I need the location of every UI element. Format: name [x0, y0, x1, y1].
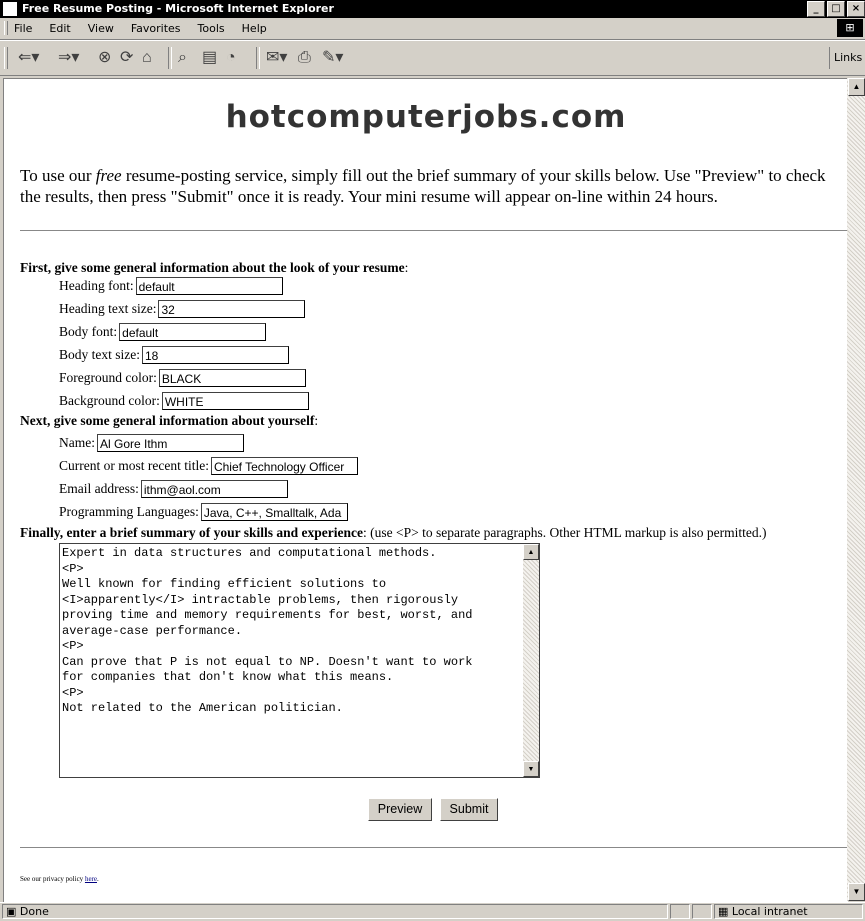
- site-heading: hotcomputerjobs.com: [225, 99, 627, 135]
- languages-input[interactable]: Java, C++, Smalltalk, Ada: [200, 503, 348, 521]
- toolbar: ⇐▾ ⇒▾ ⊗ ⟳ ⌂ ⌕ ▤ ◔ ✉▾ ⎙ ✎▾ Links: [0, 40, 865, 76]
- privacy-note: See our privacy policy here.: [20, 875, 99, 883]
- email-label: Email address:: [59, 481, 139, 496]
- intro-start: To use our: [20, 166, 96, 185]
- menu-file[interactable]: File: [14, 22, 32, 35]
- minimize-button[interactable]: _: [807, 1, 825, 17]
- menubar-grip[interactable]: [4, 21, 8, 35]
- heading-size-input[interactable]: 32: [158, 300, 306, 318]
- email-input[interactable]: ithm@aol.com: [140, 480, 288, 498]
- page-viewport: hotcomputerjobs.com To use our free resu…: [3, 78, 848, 902]
- form-row-background: Background color: WHITE: [59, 391, 309, 411]
- search-icon[interactable]: ⌕: [178, 49, 187, 67]
- name-input[interactable]: Al Gore Ithm: [97, 434, 244, 452]
- form-row-heading-font: Heading font: default: [59, 276, 283, 296]
- intro-free-emphasis: free: [95, 166, 122, 185]
- home-icon[interactable]: ⌂: [142, 49, 152, 67]
- submit-button[interactable]: Submit: [440, 798, 498, 821]
- privacy-link[interactable]: here: [85, 875, 97, 883]
- form-row-heading-size: Heading text size: 32: [59, 299, 306, 319]
- page-icon: ▣: [6, 905, 20, 918]
- status-bar: ▣ Done ▦ Local intranet: [0, 902, 865, 921]
- divider-top: [20, 230, 847, 231]
- menu-favorites[interactable]: Favorites: [131, 22, 181, 35]
- print-icon[interactable]: ⎙: [298, 49, 311, 67]
- name-label: Name:: [59, 435, 95, 450]
- body-size-input[interactable]: 18: [142, 346, 289, 364]
- heading-size-label: Heading text size:: [59, 301, 157, 316]
- intranet-icon: ▦: [718, 905, 732, 918]
- form-row-body-font: Body font: default: [59, 322, 267, 342]
- form-row-languages: Programming Languages: Java, C++, Smallt…: [59, 502, 348, 522]
- scroll-up-icon[interactable]: ▲: [848, 78, 865, 96]
- background-color-label: Background color:: [59, 393, 160, 408]
- form-row-name: Name: Al Gore Ithm: [59, 433, 244, 453]
- refresh-icon[interactable]: ⟳: [120, 49, 133, 67]
- form-row-email: Email address: ithm@aol.com: [59, 479, 288, 499]
- body-size-label: Body text size:: [59, 347, 140, 362]
- section-summary-heading: Finally, enter a brief summary of your s…: [20, 525, 767, 540]
- maximize-button[interactable]: □: [827, 1, 845, 17]
- menu-help[interactable]: Help: [242, 22, 267, 35]
- job-title-input[interactable]: Chief Technology Officer: [210, 457, 358, 475]
- stop-icon[interactable]: ⊗: [98, 49, 111, 67]
- toolbar-separator: [256, 47, 260, 69]
- close-button[interactable]: ×: [847, 1, 865, 17]
- zone-cell: ▦ Local intranet: [714, 904, 863, 919]
- foreground-color-input[interactable]: BLACK: [158, 369, 306, 387]
- edit-icon[interactable]: ✎▾: [322, 49, 343, 67]
- summary-textarea[interactable]: Expert in data structures and computatio…: [59, 543, 540, 778]
- toolbar-separator: [168, 47, 172, 69]
- back-icon[interactable]: ⇐▾: [18, 49, 39, 67]
- windows-logo-icon: ⊞: [837, 19, 863, 37]
- forward-icon[interactable]: ⇒▾: [58, 49, 79, 67]
- summary-text[interactable]: Expert in data structures and computatio…: [62, 546, 522, 772]
- mail-icon[interactable]: ✉▾: [266, 49, 287, 67]
- languages-label: Programming Languages:: [59, 504, 199, 519]
- zone-text: Local intranet: [731, 905, 808, 918]
- status-cell-empty: [692, 904, 712, 919]
- menu-view[interactable]: View: [88, 22, 114, 35]
- textarea-scrollbar[interactable]: ▲ ▼: [523, 544, 539, 777]
- background-color-input[interactable]: WHITE: [161, 392, 309, 410]
- foreground-color-label: Foreground color:: [59, 370, 157, 385]
- page-content: hotcomputerjobs.com To use our free resu…: [4, 79, 848, 902]
- heading-font-input[interactable]: default: [135, 277, 283, 295]
- heading-font-label: Heading font:: [59, 278, 134, 293]
- page-scrollbar[interactable]: ▲ ▼: [847, 78, 865, 901]
- section-look-heading: First, give some general information abo…: [20, 260, 409, 275]
- section-personal-heading: Next, give some general information abou…: [20, 413, 319, 428]
- menu-tools[interactable]: Tools: [198, 22, 225, 35]
- body-font-input[interactable]: default: [119, 323, 267, 341]
- ie-window-icon: [3, 2, 17, 16]
- menu-edit[interactable]: Edit: [49, 22, 70, 35]
- intro-rest: resume-posting service, simply fill out …: [20, 166, 826, 206]
- status-text: Done: [19, 905, 49, 918]
- menu-bar: File Edit View Favorites Tools Help ⊞: [0, 18, 865, 40]
- form-row-body-size: Body text size: 18: [59, 345, 289, 365]
- divider-bottom: [20, 847, 847, 848]
- preview-button[interactable]: Preview: [368, 798, 432, 821]
- window-titlebar: Free Resume Posting - Microsoft Internet…: [0, 0, 865, 18]
- textarea-scroll-up-icon[interactable]: ▲: [523, 544, 539, 560]
- textarea-scroll-down-icon[interactable]: ▼: [523, 761, 539, 777]
- links-button[interactable]: Links: [829, 47, 865, 69]
- status-text-cell: ▣ Done: [2, 904, 668, 919]
- form-row-foreground: Foreground color: BLACK: [59, 368, 306, 388]
- intro-paragraph: To use our free resume-posting service, …: [20, 165, 840, 207]
- summary-note: (use <P> to separate paragraphs. Other H…: [366, 525, 767, 540]
- window-title: Free Resume Posting - Microsoft Internet…: [22, 2, 334, 15]
- favorites-icon[interactable]: ▤: [202, 49, 217, 67]
- body-font-label: Body font:: [59, 324, 118, 339]
- toolbar-grip[interactable]: [4, 47, 8, 69]
- status-cell-empty: [670, 904, 690, 919]
- scroll-down-icon[interactable]: ▼: [848, 883, 865, 901]
- history-icon[interactable]: ◔: [226, 49, 236, 67]
- form-row-title: Current or most recent title: Chief Tech…: [59, 456, 358, 476]
- job-title-label: Current or most recent title:: [59, 458, 209, 473]
